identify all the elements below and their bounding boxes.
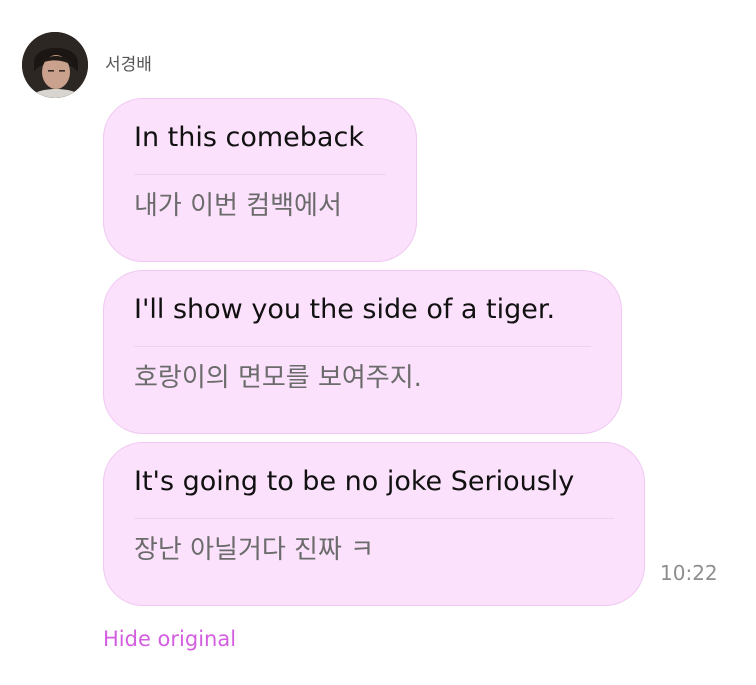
sender-name: 서경배 — [105, 55, 152, 75]
message-translation-text: 장난 아닐거다 진짜 ㅋ — [134, 535, 375, 565]
avatar-photo — [22, 32, 88, 98]
message-divider — [134, 174, 386, 175]
message-original-text: In this comeback — [134, 122, 364, 153]
message-bubble[interactable]: I'll show you the side of a tiger. 호랑이의 … — [103, 270, 622, 434]
message-translation-text: 내가 이번 컴백에서 — [134, 191, 342, 221]
sender-avatar[interactable] — [22, 32, 88, 98]
message-original-text: It's going to be no joke Seriously — [134, 466, 575, 497]
message-original-text: I'll show you the side of a tiger. — [134, 294, 556, 325]
message-translation-text: 호랑이의 면모를 보여주지. — [134, 363, 422, 393]
message-bubble[interactable]: In this comeback 내가 이번 컴백에서 — [103, 98, 417, 262]
hide-original-link[interactable]: Hide original — [103, 625, 236, 653]
message-divider — [134, 346, 591, 347]
message-divider — [134, 518, 614, 519]
message-bubble[interactable]: It's going to be no joke Seriously 장난 아닐… — [103, 442, 645, 606]
message-timestamp: 10:22 — [660, 561, 718, 585]
